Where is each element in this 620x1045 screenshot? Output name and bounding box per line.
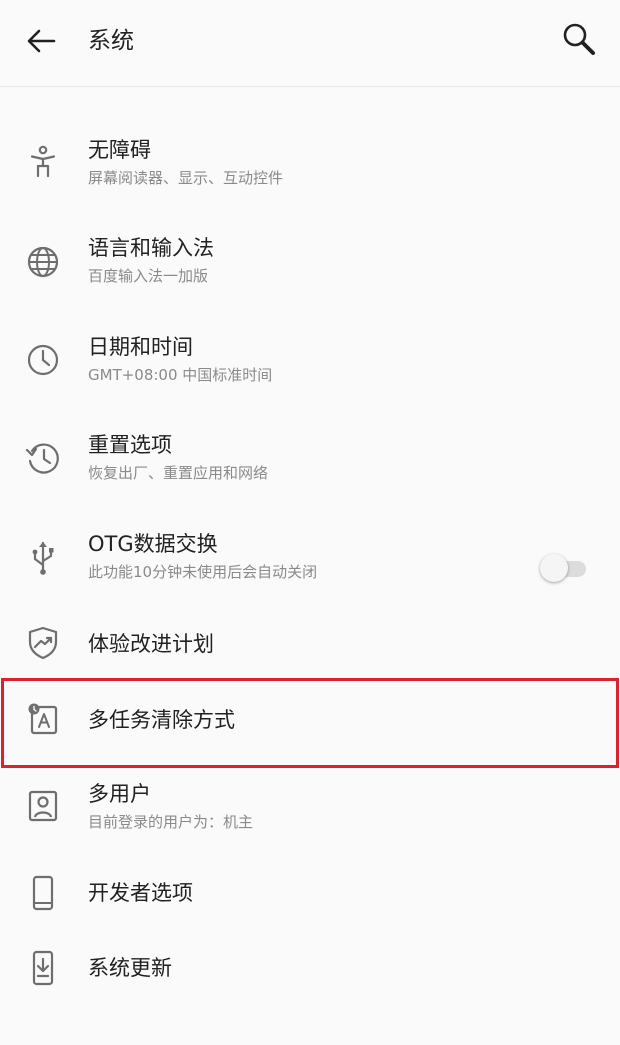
item-title: 重置选项 bbox=[88, 433, 172, 457]
item-title: 开发者选项 bbox=[88, 881, 193, 905]
settings-item-recent-apps-clear[interactable]: 多任务清除方式 bbox=[0, 684, 620, 758]
item-subtitle: 此功能10分钟未使用后会自动关闭 bbox=[88, 563, 318, 581]
back-button[interactable] bbox=[20, 20, 62, 62]
item-title: 无障碍 bbox=[88, 138, 151, 162]
settings-item-accessibility[interactable]: 无障碍 屏幕阅读器、显示、互动控件 bbox=[0, 118, 620, 210]
globe-icon bbox=[27, 246, 59, 278]
accessibility-icon bbox=[30, 145, 56, 178]
arrow-back-icon bbox=[27, 29, 56, 53]
item-subtitle: 目前登录的用户为：机主 bbox=[88, 813, 254, 831]
settings-item-reset-options[interactable]: 重置选项 恢复出厂、重置应用和网络 bbox=[0, 413, 620, 505]
item-title: 语言和输入法 bbox=[88, 236, 214, 260]
settings-item-language-input[interactable]: 语言和输入法 百度输入法一加版 bbox=[0, 216, 620, 308]
history-icon bbox=[25, 443, 59, 474]
toggle-thumb bbox=[540, 554, 568, 582]
search-button[interactable] bbox=[558, 18, 602, 62]
app-bar: 系统 bbox=[0, 0, 620, 87]
otg-toggle-switch[interactable] bbox=[540, 552, 588, 586]
settings-item-experience-program[interactable]: 体验改进计划 bbox=[0, 612, 620, 676]
user-icon bbox=[28, 790, 58, 822]
item-subtitle: GMT+08:00 中国标准时间 bbox=[88, 366, 273, 384]
settings-item-system-update[interactable]: 系统更新 bbox=[0, 935, 620, 1001]
settings-item-developer-options[interactable]: 开发者选项 bbox=[0, 860, 620, 926]
item-title: 多任务清除方式 bbox=[88, 708, 235, 732]
page-title: 系统 bbox=[88, 28, 134, 54]
clock-icon bbox=[27, 344, 59, 376]
settings-item-date-time[interactable]: 日期和时间 GMT+08:00 中国标准时间 bbox=[0, 315, 620, 407]
item-title: 日期和时间 bbox=[88, 335, 193, 359]
item-title: 体验改进计划 bbox=[88, 632, 214, 656]
system-update-icon bbox=[32, 950, 54, 986]
search-icon bbox=[563, 23, 595, 55]
item-subtitle: 百度输入法一加版 bbox=[88, 267, 209, 285]
shield-chart-icon bbox=[28, 626, 58, 660]
settings-item-multi-user[interactable]: 多用户 目前登录的用户为：机主 bbox=[0, 762, 620, 854]
item-title: OTG数据交换 bbox=[88, 532, 218, 556]
phone-icon bbox=[32, 875, 54, 911]
item-title: 系统更新 bbox=[88, 956, 172, 980]
item-subtitle: 屏幕阅读器、显示、互动控件 bbox=[88, 169, 284, 187]
recent-apps-clear-icon bbox=[28, 703, 58, 735]
item-title: 多用户 bbox=[88, 782, 151, 806]
usb-icon bbox=[32, 541, 54, 575]
settings-item-otg[interactable]: OTG数据交换 此功能10分钟未使用后会自动关闭 bbox=[0, 512, 620, 604]
item-subtitle: 恢复出厂、重置应用和网络 bbox=[88, 464, 269, 482]
